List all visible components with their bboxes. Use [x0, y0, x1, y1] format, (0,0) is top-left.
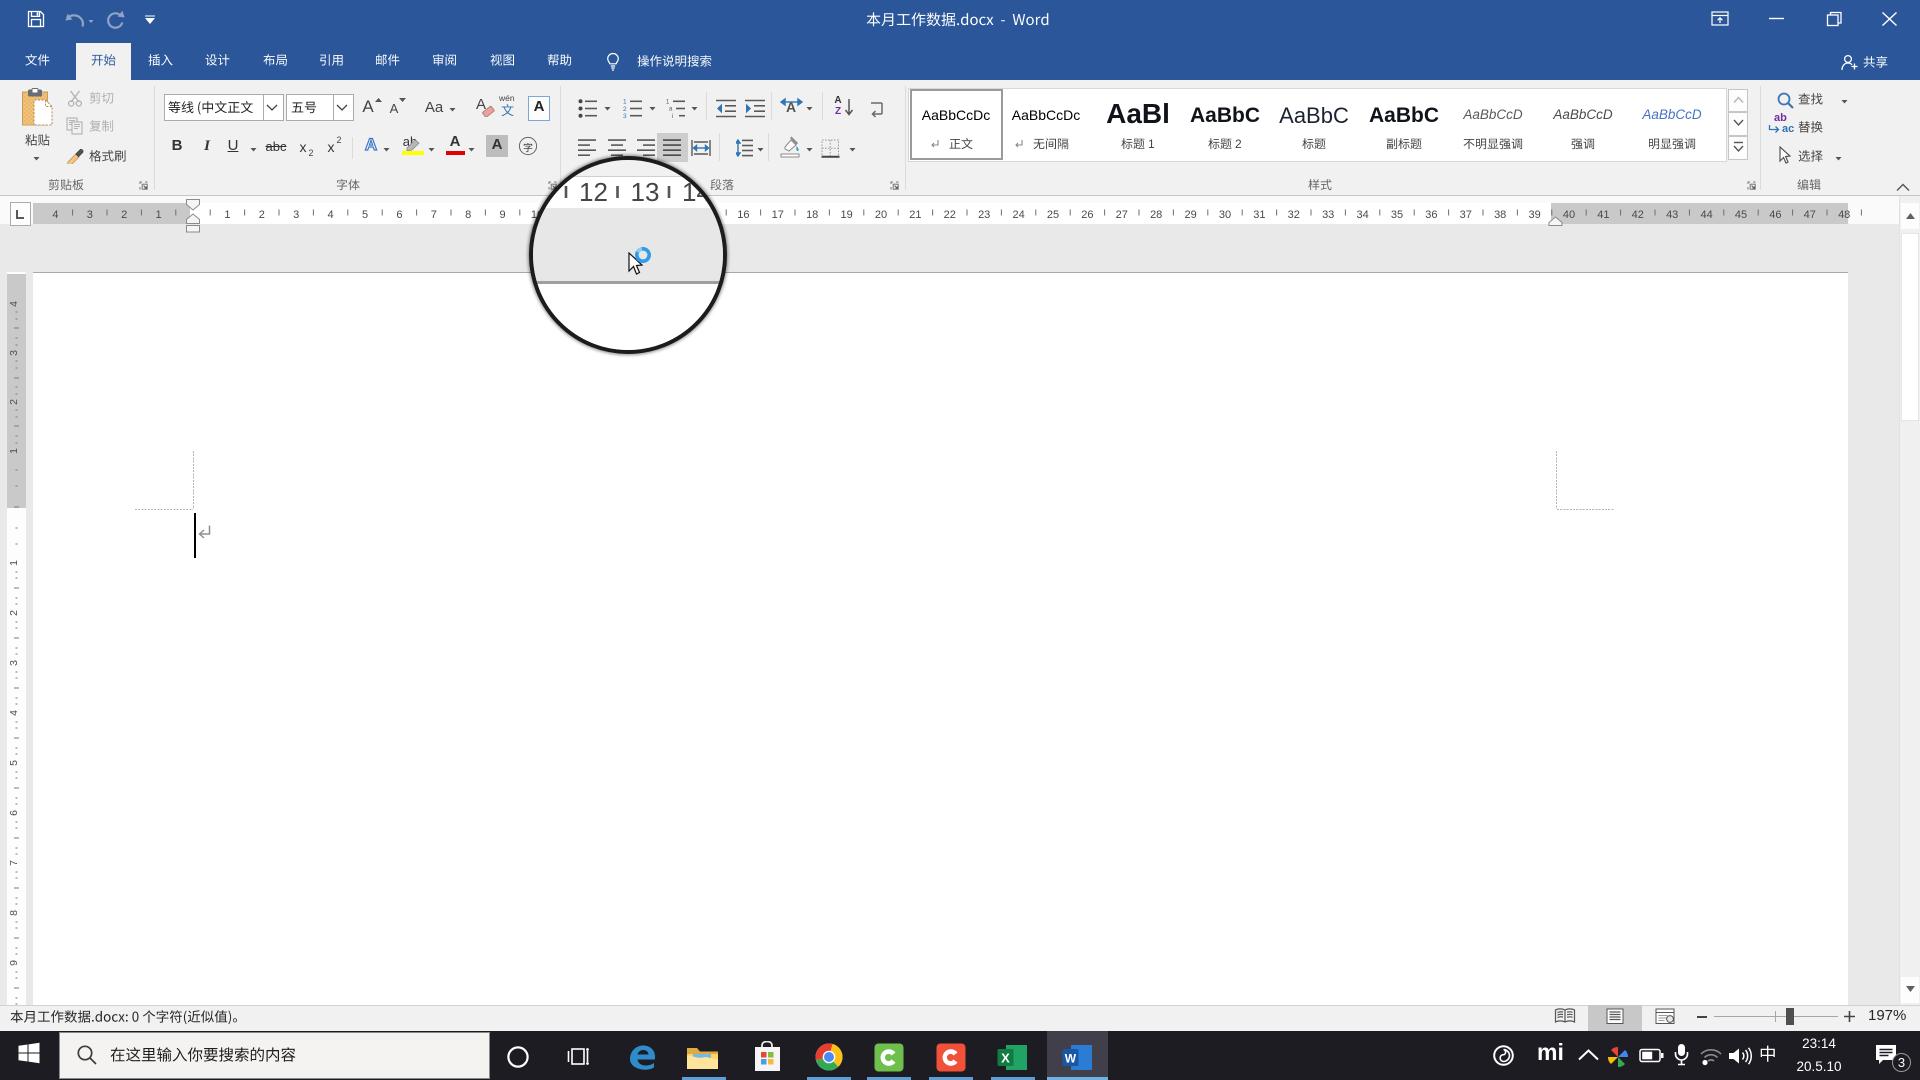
svg-text:23: 23 [978, 209, 990, 221]
svg-text:2: 2 [8, 610, 20, 616]
svg-text:42: 42 [1632, 209, 1644, 221]
svg-text:1: 1 [156, 209, 162, 221]
svg-text:35: 35 [1391, 209, 1403, 221]
svg-text:24: 24 [1012, 209, 1024, 221]
svg-text:1: 1 [8, 448, 20, 454]
svg-text:8: 8 [465, 209, 471, 221]
svg-text:14: 14 [682, 177, 711, 207]
svg-text:2: 2 [121, 209, 127, 221]
svg-text:47: 47 [1804, 209, 1816, 221]
svg-text:39: 39 [1528, 209, 1540, 221]
svg-text:25: 25 [1047, 209, 1059, 221]
svg-text:3: 3 [8, 660, 20, 666]
svg-text:9: 9 [8, 960, 20, 966]
svg-text:20: 20 [875, 209, 887, 221]
svg-text:46: 46 [1769, 209, 1781, 221]
svg-text:45: 45 [1735, 209, 1747, 221]
svg-text:4: 4 [52, 209, 58, 221]
svg-text:18: 18 [806, 209, 818, 221]
svg-text:4: 4 [8, 301, 20, 307]
svg-text:3: 3 [8, 350, 20, 356]
svg-text:22: 22 [944, 209, 956, 221]
svg-text:32: 32 [1288, 209, 1300, 221]
svg-text:43: 43 [1666, 209, 1678, 221]
svg-text:17: 17 [772, 209, 784, 221]
svg-text:5: 5 [362, 209, 368, 221]
svg-text:9: 9 [500, 209, 506, 221]
svg-text:33: 33 [1322, 209, 1334, 221]
svg-text:6: 6 [8, 810, 20, 816]
svg-text:37: 37 [1460, 209, 1472, 221]
svg-text:4: 4 [328, 209, 334, 221]
svg-text:1: 1 [8, 560, 20, 566]
svg-text:40: 40 [1563, 209, 1575, 221]
svg-text:4: 4 [8, 710, 20, 716]
svg-text:21: 21 [909, 209, 921, 221]
svg-text:5: 5 [8, 760, 20, 766]
svg-text:2: 2 [259, 209, 265, 221]
svg-text:8: 8 [8, 910, 20, 916]
svg-text:29: 29 [1184, 209, 1196, 221]
svg-text:2: 2 [8, 399, 20, 405]
svg-text:W: W [1065, 1052, 1077, 1066]
svg-text:7: 7 [431, 209, 437, 221]
svg-text:3: 3 [293, 209, 299, 221]
svg-text:3: 3 [87, 209, 93, 221]
svg-text:36: 36 [1425, 209, 1437, 221]
svg-text:44: 44 [1700, 209, 1712, 221]
svg-text:16: 16 [737, 209, 749, 221]
svg-text:19: 19 [840, 209, 852, 221]
svg-text:12: 12 [579, 177, 608, 207]
svg-text:41: 41 [1597, 209, 1609, 221]
svg-text:7: 7 [8, 860, 20, 866]
svg-text:28: 28 [1150, 209, 1162, 221]
svg-text:27: 27 [1116, 209, 1128, 221]
svg-text:34: 34 [1356, 209, 1368, 221]
svg-text:31: 31 [1253, 209, 1265, 221]
svg-text:1: 1 [224, 209, 230, 221]
svg-text:6: 6 [396, 209, 402, 221]
svg-text:48: 48 [1838, 209, 1850, 221]
svg-text:26: 26 [1081, 209, 1093, 221]
svg-text:X: X [1001, 1051, 1010, 1066]
svg-text:38: 38 [1494, 209, 1506, 221]
svg-text:13: 13 [631, 177, 660, 207]
svg-text:30: 30 [1219, 209, 1231, 221]
